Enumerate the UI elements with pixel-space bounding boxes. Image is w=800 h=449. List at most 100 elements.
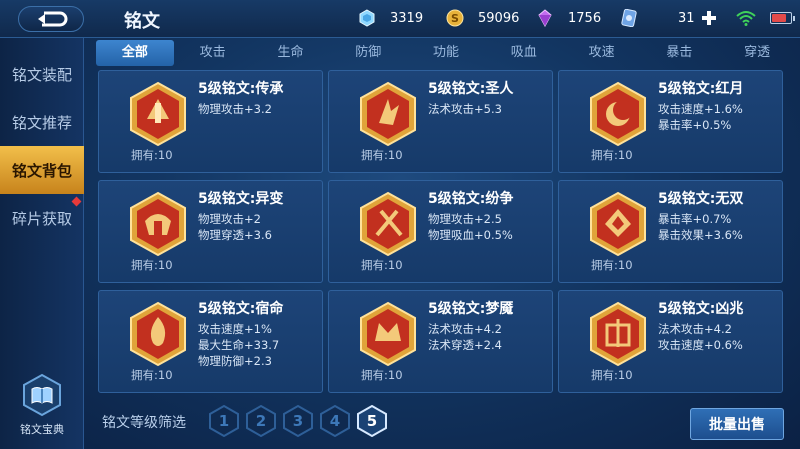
inscription-name: 5级铭文:宿命 (198, 301, 284, 317)
inscription-card[interactable]: 5级铭文:无双 暴击率+0.7% 暴击效果+3.6% 拥有:10 (558, 180, 783, 283)
inscription-attrs: 物理攻击+3.2 (198, 101, 272, 117)
inscription-card[interactable]: 5级铭文:纷争 物理攻击+2.5 物理吸血+0.5% 拥有:10 (328, 180, 553, 283)
level-label: 4 (329, 412, 341, 430)
inscription-badge-icon (130, 81, 186, 147)
inscription-badge-icon (360, 81, 416, 147)
inscription-card[interactable]: 5级铭文:梦魇 法术攻击+4.2 法术穿透+2.4 拥有:10 (328, 290, 553, 393)
sidebar-item-label: 铭文装配 (11, 65, 72, 84)
top-bar: 铭文 3319 S 59096 1756 31 (0, 0, 800, 38)
attr-line: 物理穿透+3.6 (198, 228, 272, 242)
attr-line: 物理攻击+2 (198, 212, 261, 226)
level-filter-5[interactable]: 5 (356, 405, 388, 437)
sidebar-item-label: 铭文推荐 (11, 113, 72, 132)
sidebar-item-backpack[interactable]: 铭文背包 (0, 146, 84, 194)
wifi-icon (736, 11, 756, 26)
diamond-count: 3319 (390, 10, 424, 26)
inscription-card[interactable]: 5级铭文:凶兆 法术攻击+4.2 攻击速度+0.6% 拥有:10 (558, 290, 783, 393)
inscription-attrs: 物理攻击+2 物理穿透+3.6 (198, 211, 272, 243)
level-filter-1[interactable]: 1 (208, 405, 240, 437)
tab-utility[interactable]: 功能 (407, 40, 485, 66)
attr-line: 暴击效果+3.6% (658, 228, 743, 242)
inscription-card[interactable]: 5级铭文:异变 物理攻击+2 物理穿透+3.6 拥有:10 (98, 180, 323, 283)
inscription-card[interactable]: 5级铭文:宿命 攻击速度+1% 最大生命+33.7 物理防御+2.3 拥有:10 (98, 290, 323, 393)
svg-text:S: S (451, 12, 459, 25)
attr-line: 法术攻击+4.2 (658, 322, 732, 336)
purple-crystal-icon (538, 9, 552, 27)
owned-count: 拥有:10 (591, 258, 633, 272)
owned-count: 拥有:10 (591, 148, 633, 162)
inscription-badge-icon (360, 191, 416, 257)
inscription-attrs: 法术攻击+5.3 (428, 101, 502, 117)
inscription-attrs: 攻击速度+1.6% 暴击率+0.5% (658, 101, 743, 133)
attr-line: 物理吸血+0.5% (428, 228, 513, 242)
attr-line: 法术攻击+5.3 (428, 102, 502, 116)
battery-icon (770, 12, 795, 24)
tab-all[interactable]: 全部 (96, 40, 174, 66)
sidebar-item-equip[interactable]: 铭文装配 (0, 50, 84, 98)
attr-line: 物理攻击+3.2 (198, 102, 272, 116)
add-plus-icon[interactable] (701, 10, 717, 26)
inscription-codex-button[interactable]: 铭文宝典 (10, 373, 74, 443)
owned-count: 拥有:10 (131, 368, 173, 382)
level-filter-3[interactable]: 3 (282, 405, 314, 437)
inscription-card[interactable]: 5级铭文:圣人 法术攻击+5.3 拥有:10 (328, 70, 553, 173)
attr-line: 物理攻击+2.5 (428, 212, 502, 226)
tab-defense[interactable]: 防御 (329, 40, 407, 66)
level-filter-4[interactable]: 4 (319, 405, 351, 437)
attr-line: 攻击速度+1.6% (658, 102, 743, 116)
level-filter-2[interactable]: 2 (245, 405, 277, 437)
inscription-badge-icon (130, 301, 186, 367)
tab-attack-speed[interactable]: 攻速 (563, 40, 641, 66)
attr-line: 法术穿透+2.4 (428, 338, 502, 352)
currency-ticket: 31 (620, 9, 717, 27)
sidebar-item-fragments[interactable]: 碎片获取 (0, 194, 84, 242)
back-button[interactable] (18, 6, 84, 32)
sidebar-item-label: 碎片获取 (11, 209, 72, 228)
sidebar: 铭文装配 铭文推荐 铭文背包 碎片获取 铭文宝典 (0, 38, 84, 449)
gold-count: 59096 (478, 10, 520, 26)
inscription-badge-icon (590, 301, 646, 367)
level-label: 2 (255, 412, 267, 430)
inscription-name: 5级铭文:无双 (658, 191, 744, 207)
inscription-badge-icon (360, 301, 416, 367)
level-filter-label: 铭文等级筛选 (102, 415, 186, 431)
attr-line: 暴击率+0.7% (658, 212, 732, 226)
level-label: 1 (218, 412, 230, 430)
tab-health[interactable]: 生命 (252, 40, 330, 66)
tab-attack[interactable]: 攻击 (174, 40, 252, 66)
attr-line: 攻击速度+1% (198, 322, 272, 336)
owned-count: 拥有:10 (361, 148, 403, 162)
inscription-card[interactable]: 5级铭文:红月 攻击速度+1.6% 暴击率+0.5% 拥有:10 (558, 70, 783, 173)
crystal-count: 1756 (568, 10, 602, 26)
batch-sell-button[interactable]: 批量出售 (690, 408, 784, 440)
attr-line: 物理防御+2.3 (198, 354, 272, 368)
attr-line: 法术攻击+4.2 (428, 322, 502, 336)
owned-count: 拥有:10 (361, 368, 403, 382)
inscription-badge-icon (130, 191, 186, 257)
codex-label: 铭文宝典 (20, 423, 64, 436)
inscription-name: 5级铭文:传承 (198, 81, 284, 97)
inscription-attrs: 物理攻击+2.5 物理吸血+0.5% (428, 211, 513, 243)
sidebar-item-label: 铭文背包 (11, 161, 72, 180)
currency-diamond: 3319 (358, 9, 423, 27)
inscription-grid: 5级铭文:传承 物理攻击+3.2 拥有:10 5级铭文:圣人 法术攻击+5.3 … (98, 70, 783, 396)
currency-gold: S 59096 (446, 9, 519, 27)
owned-count: 拥有:10 (361, 258, 403, 272)
level-filter: 1 2 3 4 5 (208, 405, 393, 437)
level-label: 5 (366, 412, 378, 430)
tab-lifesteal[interactable]: 吸血 (485, 40, 563, 66)
tab-crit[interactable]: 暴击 (640, 40, 718, 66)
page-title: 铭文 (124, 11, 160, 32)
tab-penetration[interactable]: 穿透 (718, 40, 796, 66)
inscription-attrs: 法术攻击+4.2 攻击速度+0.6% (658, 321, 743, 353)
inscription-badge-icon (590, 191, 646, 257)
back-arrow-icon (38, 11, 68, 27)
inscription-name: 5级铭文:凶兆 (658, 301, 744, 317)
owned-count: 拥有:10 (131, 258, 173, 272)
inscription-name: 5级铭文:红月 (658, 81, 744, 97)
attr-line: 攻击速度+0.6% (658, 338, 743, 352)
sidebar-item-recommend[interactable]: 铭文推荐 (0, 98, 84, 146)
inscription-name: 5级铭文:纷争 (428, 191, 514, 207)
notification-dot (71, 196, 82, 207)
inscription-card[interactable]: 5级铭文:传承 物理攻击+3.2 拥有:10 (98, 70, 323, 173)
